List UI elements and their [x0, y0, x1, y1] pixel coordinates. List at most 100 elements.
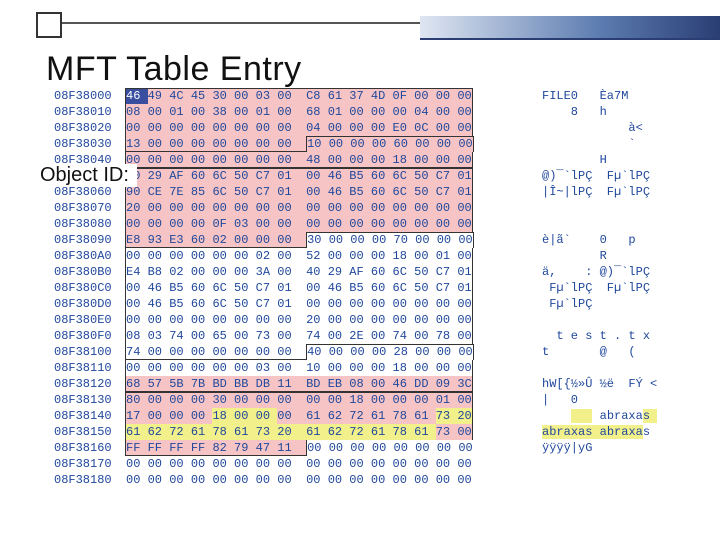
- hex-byte: C7: [256, 280, 278, 296]
- hex-byte: 00: [394, 440, 416, 456]
- hex-byte: 61: [371, 408, 393, 424]
- hex-byte: 00: [350, 440, 372, 456]
- hex-bytes: 40 29 AF 60 6C 50 C7 01 00 46 B5 60 6C 5…: [126, 168, 542, 184]
- hex-byte: 00: [169, 312, 191, 328]
- hex-row: 08F3806090 CE 7E 85 6C 50 C7 01 00 46 B5…: [54, 184, 666, 200]
- hex-byte: 00: [306, 472, 328, 488]
- hex-byte: 00: [436, 216, 458, 232]
- hex-bytes: 61 62 72 61 78 61 73 20 61 62 72 61 78 6…: [126, 424, 542, 440]
- hex-byte: 00: [191, 152, 213, 168]
- hex-byte: 00: [125, 312, 148, 328]
- hex-byte: 29: [148, 168, 170, 184]
- hex-byte: 00: [349, 248, 371, 264]
- hex-byte: 48: [306, 152, 328, 168]
- hex-byte: 00: [371, 376, 393, 392]
- hex-byte: 38: [212, 104, 234, 120]
- hex-byte: 00: [234, 104, 256, 120]
- hex-row: 08F3818000 00 00 00 00 00 00 00 00 00 00…: [54, 472, 666, 488]
- hex-byte: 93: [148, 232, 170, 248]
- hex-byte: 00: [414, 248, 436, 264]
- hex-byte: 00: [125, 296, 148, 312]
- offset: 08F38170: [54, 456, 126, 472]
- offset: 08F38020: [54, 120, 126, 136]
- ascii: [542, 200, 666, 216]
- hex-byte: 00: [191, 120, 213, 136]
- hex-row: 08F38090E8 93 E3 60 02 00 00 00 30 00 00…: [54, 232, 666, 248]
- hex-byte: C7: [436, 184, 458, 200]
- hex-byte: 00: [415, 136, 437, 152]
- hex-byte: 00: [277, 216, 306, 232]
- hex-byte: 73: [256, 328, 278, 344]
- hex-byte: 00: [148, 152, 170, 168]
- offset: 08F38160: [54, 440, 126, 456]
- hex-byte: 00: [148, 408, 170, 424]
- hex-byte: 00: [329, 136, 351, 152]
- hex-byte: 00: [277, 360, 306, 376]
- hex-byte: 00: [306, 216, 328, 232]
- hex-byte: 00: [436, 88, 458, 104]
- hex-byte: FF: [191, 440, 213, 456]
- hex-byte: 00: [277, 152, 306, 168]
- hex-byte: 60: [191, 280, 213, 296]
- hex-byte: 00: [212, 152, 234, 168]
- hex-byte: 29: [328, 264, 350, 280]
- hex-byte: 46: [125, 88, 148, 104]
- hex-byte: 00: [212, 120, 234, 136]
- hex-byte: 00: [306, 456, 328, 472]
- hex-byte: 01: [277, 296, 306, 312]
- hex-byte: 62: [148, 424, 170, 440]
- ascii: 8 h: [542, 104, 666, 120]
- hex-byte: 00: [414, 296, 436, 312]
- hex-bytes: 00 00 00 00 00 00 02 00 52 00 00 00 18 0…: [126, 248, 542, 264]
- hex-byte: 09: [436, 376, 458, 392]
- hex-byte: 74: [393, 328, 415, 344]
- hex-byte: 6C: [393, 184, 415, 200]
- hex-byte: 00: [329, 440, 351, 456]
- hex-byte: 00: [277, 88, 306, 104]
- hex-byte: 00: [349, 120, 371, 136]
- hex-byte: 00: [277, 392, 306, 408]
- hex-byte: 61: [328, 88, 350, 104]
- hex-row: 08F3805040 29 AF 60 6C 50 C7 01 00 46 B5…: [54, 168, 666, 184]
- hex-byte: 00: [436, 104, 458, 120]
- hex-row: 08F380A000 00 00 00 00 00 02 00 52 00 00…: [54, 248, 666, 264]
- hex-byte: 01: [457, 184, 472, 200]
- hex-byte: 01: [277, 184, 306, 200]
- hex-byte: 00: [169, 200, 191, 216]
- hex-bytes: 00 46 B5 60 6C 50 C7 01 00 00 00 00 00 0…: [126, 296, 542, 312]
- hex-byte: 00: [371, 248, 393, 264]
- hex-byte: 03: [234, 216, 256, 232]
- hex-byte: 60: [371, 280, 393, 296]
- hex-byte: B5: [169, 280, 191, 296]
- hex-byte: 68: [125, 376, 148, 392]
- hex-byte: 68: [306, 104, 328, 120]
- offset: 08F38150: [54, 424, 126, 440]
- hex-byte: 00: [256, 232, 278, 248]
- hex-byte: 00: [436, 360, 458, 376]
- hex-bytes: 20 00 00 00 00 00 00 00 00 00 00 00 00 0…: [126, 200, 542, 216]
- hex-byte: 00: [191, 328, 213, 344]
- hex-byte: DD: [414, 376, 436, 392]
- hex-byte: 00: [436, 120, 458, 136]
- hex-byte: 00: [191, 264, 213, 280]
- offset: 08F380C0: [54, 280, 126, 296]
- hex-byte: 60: [394, 136, 416, 152]
- bullet-square-icon: [36, 12, 62, 38]
- hex-byte: 00: [393, 216, 415, 232]
- hex-byte: 62: [328, 408, 350, 424]
- hex-byte: 00: [437, 136, 459, 152]
- hex-byte: 30: [306, 232, 329, 248]
- offset: 08F38000: [54, 88, 126, 104]
- hex-byte: 00: [436, 152, 458, 168]
- hex-dump: 08F3800046 49 4C 45 30 00 03 00 C8 61 37…: [54, 88, 666, 488]
- hex-bytes: 13 00 00 00 00 00 00 00 10 00 00 00 60 0…: [126, 136, 542, 152]
- hex-byte: 00: [169, 408, 191, 424]
- hex-byte: 00: [328, 472, 350, 488]
- offset: 08F38010: [54, 104, 126, 120]
- header-gradient: [420, 16, 720, 38]
- offset: 08F380F0: [54, 328, 126, 344]
- hex-byte: 50: [414, 264, 436, 280]
- hex-byte: EB: [328, 376, 350, 392]
- hex-bytes: 00 00 00 00 0F 03 00 00 00 00 00 00 00 0…: [126, 216, 542, 232]
- hex-byte: 02: [169, 264, 191, 280]
